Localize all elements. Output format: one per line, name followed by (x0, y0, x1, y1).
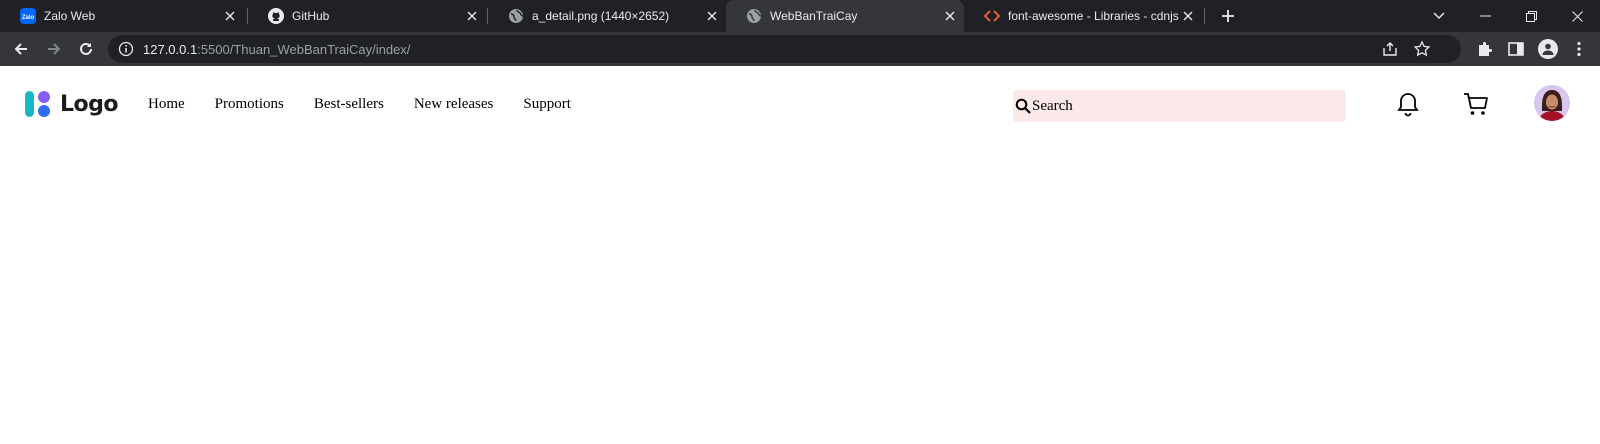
tab-webbantraicay[interactable]: WebBanTraiCay (726, 0, 964, 32)
url-path: :5500/Thuan_WebBanTraiCay/index/ (197, 42, 411, 57)
logo-text: Logo (60, 91, 119, 117)
bell-icon (1397, 93, 1419, 117)
avatar[interactable] (1534, 85, 1570, 121)
minimize-icon (1479, 15, 1491, 17)
tab-github[interactable]: GitHub (248, 0, 486, 32)
close-icon (1571, 10, 1583, 22)
logo-mark-icon (25, 91, 50, 117)
extensions-button[interactable] (1476, 40, 1494, 58)
tab-zalo-web[interactable]: Zalo Zalo Web (0, 0, 244, 32)
close-icon[interactable] (222, 8, 238, 24)
close-icon[interactable] (704, 8, 720, 24)
info-icon[interactable] (118, 41, 134, 57)
new-tab-button[interactable] (1216, 4, 1240, 28)
nav-best-sellers[interactable]: Best-sellers (314, 96, 384, 113)
tab-title: Zalo Web (44, 9, 96, 23)
share-icon[interactable] (1381, 40, 1399, 58)
search-box[interactable] (1013, 90, 1346, 122)
restore-button[interactable] (1508, 0, 1554, 32)
globe-icon (746, 8, 762, 24)
svg-text:Zalo: Zalo (22, 15, 35, 21)
zalo-icon: Zalo (20, 8, 36, 24)
puzzle-icon (1479, 42, 1492, 56)
profile-button[interactable] (1538, 39, 1558, 59)
arrow-left-icon (14, 43, 27, 55)
more-vert-icon (1577, 41, 1581, 57)
close-icon[interactable] (464, 8, 480, 24)
notifications-button[interactable] (1393, 89, 1423, 119)
search-icon[interactable] (1014, 97, 1032, 115)
nav-home[interactable]: Home (148, 96, 185, 113)
url-host: 127.0.0.1 (143, 42, 198, 57)
nav-new-releases[interactable]: New releases (414, 96, 494, 113)
arrow-right-icon (48, 43, 61, 55)
github-icon (268, 8, 284, 24)
side-panel-button[interactable] (1507, 40, 1525, 58)
menu-button[interactable] (1570, 40, 1588, 58)
cart-button[interactable] (1461, 89, 1491, 119)
back-button[interactable] (8, 36, 34, 62)
tab-title: GitHub (292, 9, 330, 23)
chevron-down-icon (1433, 12, 1445, 19)
browser-toolbar: 127.0.0.1:5500/Thuan_WebBanTraiCay/index… (0, 32, 1600, 66)
browser-tab-strip: Zalo Zalo Web GitHub a_detail.png (1440×… (0, 0, 1600, 32)
code-icon (984, 8, 1000, 24)
close-icon[interactable] (942, 8, 958, 24)
close-icon[interactable] (1180, 8, 1196, 24)
nav-promotions[interactable]: Promotions (215, 96, 284, 113)
tab-title: WebBanTraiCay (770, 9, 858, 23)
tab-title: a_detail.png (1440×2652) (532, 9, 670, 23)
nav-support[interactable]: Support (523, 96, 571, 113)
site-header: Logo Home Promotions Best-sellers New re… (0, 66, 1600, 144)
address-bar[interactable]: 127.0.0.1:5500/Thuan_WebBanTraiCay/index… (108, 35, 1461, 63)
url-text[interactable]: 127.0.0.1:5500/Thuan_WebBanTraiCay/index… (143, 42, 410, 57)
tab-font-awesome-cdnjs[interactable]: font-awesome - Libraries - cdnjs (964, 0, 1202, 32)
close-window-button[interactable] (1554, 0, 1600, 32)
site-logo[interactable]: Logo (24, 88, 119, 120)
globe-icon (508, 8, 524, 24)
user-avatar-icon (1534, 85, 1570, 121)
tab-image-detail[interactable]: a_detail.png (1440×2652) (488, 0, 726, 32)
star-icon[interactable] (1413, 40, 1431, 58)
person-icon (1542, 43, 1554, 55)
restore-icon (1525, 10, 1537, 22)
plus-icon (1222, 10, 1234, 22)
reload-button[interactable] (73, 36, 99, 62)
main-nav: Home Promotions Best-sellers New release… (148, 96, 601, 113)
reload-icon (80, 42, 92, 55)
tab-search-button[interactable] (1416, 0, 1462, 32)
tab-title: font-awesome - Libraries - cdnjs (1008, 9, 1179, 23)
minimize-button[interactable] (1462, 0, 1508, 32)
forward-button[interactable] (41, 36, 67, 62)
tab-divider (1204, 8, 1205, 24)
cart-icon (1464, 93, 1488, 115)
search-input[interactable] (1032, 91, 1332, 121)
side-panel-icon (1508, 42, 1524, 56)
